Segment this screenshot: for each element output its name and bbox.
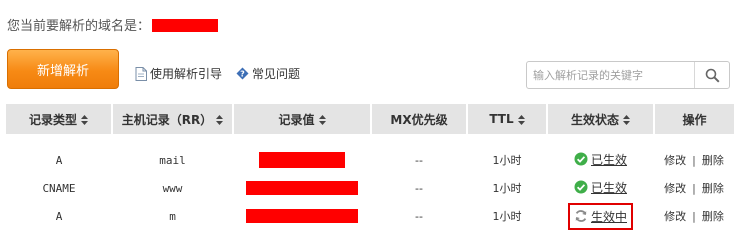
delete-link[interactable]: 删除 bbox=[702, 182, 724, 195]
edit-link[interactable]: 修改 bbox=[664, 182, 686, 195]
status-link[interactable]: 生效中 bbox=[567, 202, 633, 230]
table-header-row: 记录类型 主机记录（RR） 记录值 MX优先级 TTL 生效状态 操作 bbox=[6, 104, 734, 134]
add-record-button[interactable]: 新增解析 bbox=[7, 49, 119, 89]
record-value bbox=[233, 174, 371, 202]
status-link[interactable]: 已生效 bbox=[574, 179, 627, 196]
delete-link[interactable]: 删除 bbox=[702, 210, 724, 223]
faq-link[interactable]: ? 常见问题 bbox=[236, 65, 300, 82]
action-divider: | bbox=[692, 210, 696, 223]
col-header-actions: 操作 bbox=[654, 104, 734, 134]
col-header-record-type[interactable]: 记录类型 bbox=[6, 104, 113, 134]
redacted-value bbox=[246, 209, 358, 223]
ttl-value: 1小时 bbox=[492, 154, 522, 167]
document-icon bbox=[135, 66, 147, 81]
faq-link-label: 常见问题 bbox=[252, 67, 301, 81]
record-type: A bbox=[55, 153, 63, 167]
col-header-ttl[interactable]: TTL bbox=[467, 104, 548, 134]
status-link[interactable]: 已生效 bbox=[574, 151, 627, 168]
check-circle-icon bbox=[574, 180, 588, 194]
record-value bbox=[233, 146, 371, 174]
actions-cell: 修改 | 删除 bbox=[654, 202, 734, 230]
mx-priority: -- bbox=[415, 209, 423, 223]
magnifier-icon bbox=[705, 68, 720, 83]
status-cell: 已生效 bbox=[547, 174, 654, 202]
table-row: A m -- 1小时 生效中 修改 | 删除 bbox=[6, 202, 734, 230]
domain-prompt: 您当前要解析的域名是： bbox=[7, 18, 151, 34]
status-label: 生效中 bbox=[590, 209, 627, 224]
sort-arrows-icon[interactable] bbox=[623, 115, 630, 125]
refresh-icon bbox=[575, 210, 587, 222]
record-value bbox=[233, 202, 371, 230]
mx-priority: -- bbox=[415, 181, 423, 195]
search-button[interactable] bbox=[694, 62, 729, 88]
col-header-host[interactable]: 主机记录（RR） bbox=[112, 104, 234, 134]
search-box bbox=[526, 61, 730, 89]
col-header-status[interactable]: 生效状态 bbox=[547, 104, 655, 134]
status-label: 已生效 bbox=[590, 180, 627, 195]
col-header-value[interactable]: 记录值 bbox=[233, 104, 372, 134]
status-cell: 已生效 bbox=[547, 146, 654, 174]
sort-arrows-icon[interactable] bbox=[216, 115, 224, 125]
record-type: A bbox=[55, 209, 63, 223]
sort-arrows-icon[interactable] bbox=[318, 115, 326, 125]
edit-link[interactable]: 修改 bbox=[664, 210, 686, 223]
guide-link[interactable]: 使用解析引导 bbox=[135, 65, 222, 82]
col-header-mx: MX优先级 bbox=[371, 104, 468, 134]
table-row: A mail -- 1小时 已生效 修改 | 删除 bbox=[6, 146, 734, 174]
ttl-value: 1小时 bbox=[492, 182, 522, 195]
host-record: www bbox=[162, 181, 183, 195]
sort-arrows-icon[interactable] bbox=[81, 115, 88, 125]
ttl-value: 1小时 bbox=[492, 210, 522, 223]
host-record: m bbox=[169, 209, 176, 223]
redacted-domain bbox=[152, 19, 219, 32]
guide-link-label: 使用解析引导 bbox=[150, 67, 223, 81]
domain-title: 您当前要解析的域名是： bbox=[7, 14, 219, 34]
table-row: CNAME www -- 1小时 已生效 修改 | 删除 bbox=[6, 174, 734, 202]
status-label: 已生效 bbox=[590, 152, 627, 167]
redacted-value bbox=[259, 152, 345, 168]
actions-cell: 修改 | 删除 bbox=[654, 174, 734, 202]
status-cell: 生效中 bbox=[547, 202, 654, 230]
svg-text:?: ? bbox=[240, 70, 245, 79]
host-record: mail bbox=[159, 153, 186, 167]
question-diamond-icon: ? bbox=[236, 67, 249, 80]
search-input[interactable] bbox=[527, 62, 694, 88]
delete-link[interactable]: 删除 bbox=[702, 154, 724, 167]
redacted-value bbox=[246, 181, 358, 195]
check-circle-icon bbox=[574, 152, 588, 166]
mx-priority: -- bbox=[415, 153, 423, 167]
sort-arrows-icon[interactable] bbox=[517, 114, 525, 125]
action-divider: | bbox=[692, 182, 696, 195]
record-type: CNAME bbox=[42, 181, 76, 195]
edit-link[interactable]: 修改 bbox=[664, 154, 686, 167]
action-divider: | bbox=[692, 154, 696, 167]
actions-cell: 修改 | 删除 bbox=[654, 146, 734, 174]
dns-records-table: 记录类型 主机记录（RR） 记录值 MX优先级 TTL 生效状态 操作 A ma… bbox=[6, 104, 734, 230]
